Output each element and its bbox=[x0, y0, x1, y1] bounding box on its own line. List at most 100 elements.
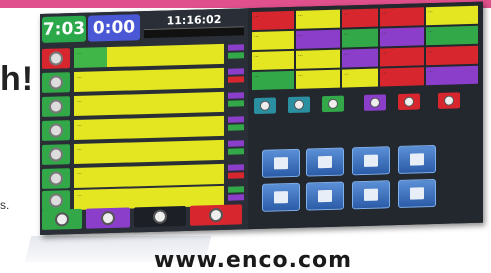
cart-pause-button[interactable] bbox=[364, 94, 386, 111]
cue-button[interactable] bbox=[134, 205, 186, 228]
stop-icon bbox=[404, 96, 414, 107]
side-marker bbox=[228, 116, 244, 123]
progress-bar bbox=[144, 26, 244, 39]
play-button[interactable] bbox=[42, 208, 82, 230]
cart-button[interactable]: ... bbox=[342, 68, 378, 88]
play-icon bbox=[49, 123, 63, 138]
elapsed-clock: 7:03 bbox=[42, 15, 86, 43]
cart-stop-button[interactable] bbox=[398, 93, 420, 111]
side-marker bbox=[228, 194, 244, 201]
side-marker bbox=[228, 186, 244, 193]
cart-button[interactable]: ... bbox=[380, 67, 424, 87]
website-url[interactable]: www.enco.com bbox=[154, 248, 352, 273]
playlist-row[interactable]: ... bbox=[42, 138, 246, 166]
remaining-clock: 0:00 bbox=[88, 14, 140, 42]
cart-button[interactable]: ... bbox=[426, 25, 478, 46]
row-control-button[interactable] bbox=[42, 48, 70, 69]
cart-button[interactable]: ... bbox=[252, 30, 294, 51]
playlist-row[interactable]: ... bbox=[42, 42, 246, 70]
folder-icon bbox=[364, 154, 378, 167]
play-icon bbox=[49, 99, 63, 114]
cart-button[interactable]: ... bbox=[380, 7, 424, 27]
side-marker bbox=[228, 100, 244, 107]
row-control-button[interactable] bbox=[42, 72, 70, 93]
play-icon bbox=[260, 100, 270, 111]
stop-icon bbox=[209, 207, 223, 223]
cart-button[interactable]: ... bbox=[426, 45, 478, 66]
station-icon bbox=[364, 188, 378, 201]
cart-play-button[interactable] bbox=[254, 97, 276, 115]
display-tile[interactable] bbox=[398, 144, 436, 175]
playlist-row[interactable]: ... bbox=[42, 114, 246, 142]
stop-button[interactable] bbox=[190, 204, 242, 226]
play-icon bbox=[49, 193, 63, 208]
headline-fragment: h! bbox=[0, 60, 35, 98]
playlist-row[interactable]: ... bbox=[42, 90, 246, 118]
side-marker bbox=[228, 92, 244, 99]
cart-button[interactable]: ... bbox=[342, 8, 378, 28]
cart-button[interactable]: ... bbox=[426, 65, 478, 86]
row-control-button[interactable] bbox=[42, 190, 70, 211]
cue-icon bbox=[153, 209, 167, 224]
cart-button[interactable]: ... bbox=[380, 27, 424, 47]
side-marker bbox=[228, 172, 244, 179]
cart-eject-button[interactable] bbox=[438, 92, 460, 109]
cart-play-button[interactable] bbox=[288, 96, 310, 114]
cart-button[interactable]: ... bbox=[296, 9, 340, 29]
sky-icon bbox=[274, 191, 288, 204]
cart-button[interactable]: ... bbox=[252, 50, 294, 71]
row-control-button[interactable] bbox=[42, 96, 70, 117]
cart-button[interactable]: ... bbox=[380, 47, 424, 67]
cart-button[interactable]: ... bbox=[426, 5, 478, 26]
side-marker bbox=[228, 124, 244, 131]
document-icon bbox=[318, 155, 332, 169]
window-icon bbox=[410, 187, 424, 200]
cart-button[interactable]: ... bbox=[252, 70, 294, 91]
side-marker bbox=[228, 164, 244, 171]
side-marker bbox=[228, 140, 244, 147]
cart-button[interactable]: ... bbox=[252, 10, 294, 31]
cart-button[interactable]: ... bbox=[296, 69, 340, 89]
play-icon bbox=[55, 212, 69, 227]
playlist-row-bar[interactable]: ... bbox=[74, 67, 224, 93]
playlist-row[interactable]: ... bbox=[42, 66, 246, 94]
play-icon bbox=[328, 98, 338, 109]
playlist-row-bar[interactable]: ... bbox=[74, 139, 224, 165]
pause-icon bbox=[370, 97, 380, 108]
display-icon bbox=[410, 153, 424, 166]
playlist-row-bar[interactable]: ... bbox=[74, 91, 224, 117]
station-tile[interactable] bbox=[352, 180, 390, 210]
profile-icon bbox=[274, 157, 288, 170]
side-marker bbox=[228, 148, 244, 155]
play-icon bbox=[49, 171, 63, 186]
play-icon bbox=[49, 147, 63, 162]
side-marker bbox=[228, 68, 244, 75]
record-icon bbox=[49, 51, 63, 66]
record-button[interactable] bbox=[86, 207, 130, 229]
cart-button[interactable]: ... bbox=[296, 49, 340, 69]
cart-button[interactable]: ... bbox=[342, 28, 378, 48]
play-icon bbox=[49, 75, 63, 90]
playlist-row-bar[interactable]: ... bbox=[74, 163, 224, 189]
row-control-button[interactable] bbox=[42, 168, 70, 189]
row-control-button[interactable] bbox=[42, 144, 70, 165]
cart-play-button[interactable] bbox=[322, 95, 344, 113]
bowl-icon bbox=[318, 189, 332, 203]
play-icon bbox=[294, 99, 304, 110]
playlist-row-bar[interactable]: ... bbox=[74, 43, 224, 69]
cart-button[interactable]: ... bbox=[296, 29, 340, 49]
body-text-fragment: s. bbox=[0, 198, 10, 212]
playlist-panel: 7:03 0:00 11:16:02 ... ... ... ... ... .… bbox=[40, 8, 248, 236]
folder-tile[interactable] bbox=[352, 146, 390, 176]
window-tile[interactable] bbox=[398, 178, 436, 209]
bowl-tile[interactable] bbox=[306, 181, 344, 211]
profile-tile[interactable] bbox=[262, 148, 300, 178]
cart-button[interactable]: ... bbox=[342, 48, 378, 68]
row-control-button[interactable] bbox=[42, 120, 70, 141]
eject-icon bbox=[444, 95, 454, 106]
record-icon bbox=[101, 210, 115, 226]
side-marker bbox=[228, 44, 244, 51]
playlist-row-bar[interactable]: ... bbox=[74, 115, 224, 141]
sky-tile[interactable] bbox=[262, 182, 300, 212]
document-tile[interactable] bbox=[306, 147, 344, 177]
